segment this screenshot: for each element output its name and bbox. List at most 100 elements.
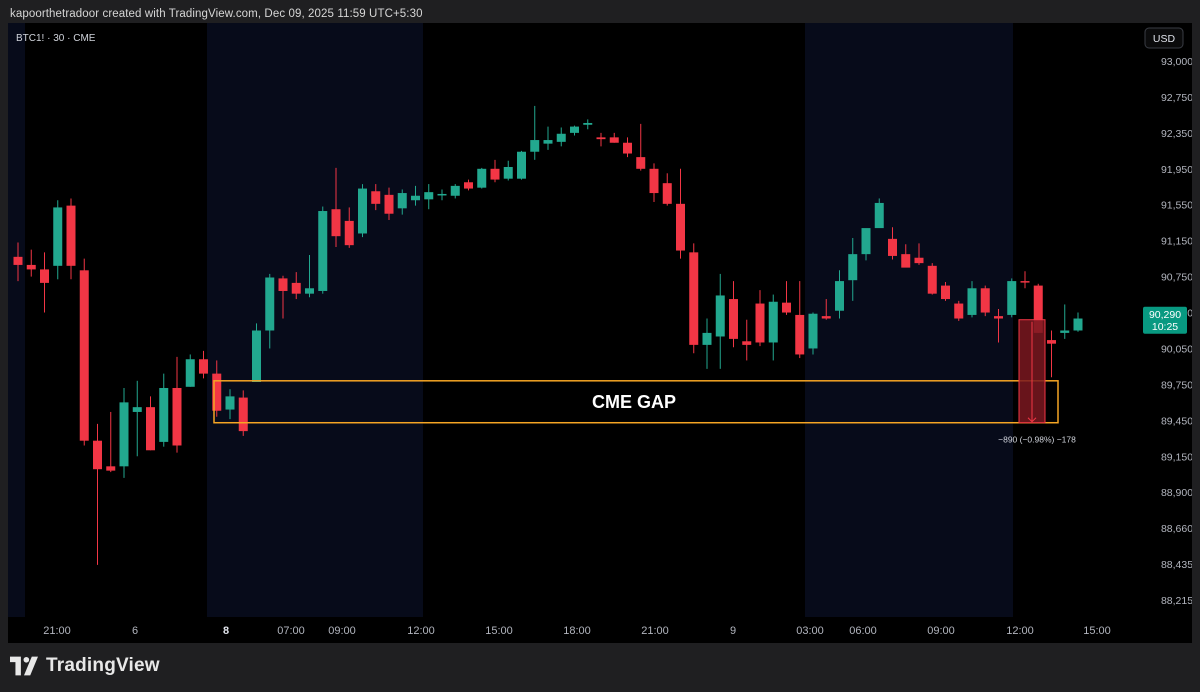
candle-body [238, 397, 248, 432]
candle-body [199, 359, 208, 374]
chart-area[interactable]: CME GAP −890 (−0.98%) −178 93,000 92,750 9… [8, 23, 1192, 643]
candle-body [424, 192, 434, 200]
candle[interactable] [689, 243, 699, 354]
candle-body [715, 295, 725, 337]
candle-body [397, 193, 407, 209]
candle-body [252, 330, 261, 383]
candle-body [583, 122, 593, 125]
candle-body [132, 407, 142, 412]
candle-body [278, 278, 288, 291]
candlestick-chart[interactable]: CME GAP −890 (−0.98%) −178 93,000 92,750 9… [8, 23, 1192, 643]
candle[interactable] [185, 354, 195, 387]
candle[interactable] [980, 285, 990, 317]
candle[interactable] [927, 263, 937, 295]
candle[interactable] [808, 312, 818, 355]
candle-body [888, 238, 897, 256]
time-tick: 09:00 [927, 625, 955, 637]
candle[interactable] [517, 150, 526, 180]
price-tick: 92,750 [1161, 92, 1192, 104]
candle-body [702, 332, 712, 345]
time-tick: 15:00 [1083, 625, 1111, 637]
price-tick: 89,150 [1161, 451, 1192, 463]
candle-body [543, 140, 553, 144]
candle-body [676, 203, 685, 251]
session-band [805, 23, 1013, 617]
candle-body [570, 126, 579, 133]
candle[interactable] [954, 300, 964, 321]
candle-body [662, 183, 672, 204]
candle-body [172, 387, 182, 446]
candle-body [755, 303, 765, 343]
candle-body [450, 185, 460, 196]
candle-body [1060, 330, 1070, 333]
time-tick: 07:00 [277, 625, 305, 637]
candle-body [331, 209, 341, 237]
candle-body [1007, 281, 1017, 315]
candle[interactable] [358, 184, 367, 238]
candle[interactable] [252, 323, 261, 383]
time-tick: 12:00 [1006, 625, 1034, 637]
price-tick: 90,750 [1161, 272, 1192, 284]
candle-body [464, 182, 473, 189]
candle-body [808, 313, 818, 349]
currency-button-label: USD [1153, 33, 1176, 45]
price-tick: 89,750 [1161, 379, 1192, 391]
candle-body [40, 269, 49, 283]
candle-body [344, 220, 354, 246]
candle-body [411, 195, 420, 201]
time-tick: 09:00 [328, 625, 356, 637]
candle-body [26, 264, 36, 270]
candle-body [477, 168, 487, 188]
tradingview-logo-icon [10, 656, 38, 676]
time-tick: 21:00 [641, 625, 669, 637]
currency-button[interactable]: USD [1144, 27, 1184, 49]
candle[interactable] [477, 167, 487, 189]
candle-body [93, 440, 102, 470]
tradingview-logo[interactable]: TradingView [10, 654, 160, 678]
time-tick: 18:00 [563, 625, 591, 637]
candle-body [1047, 340, 1056, 344]
measure-label: −890 (−0.98%) −178 [998, 435, 1076, 445]
candle-body [649, 168, 659, 194]
symbol-label: BTC1! · 30 · CME [16, 33, 96, 44]
price-tick: 93,000 [1161, 56, 1192, 68]
cme-gap-label: CME GAP [592, 392, 676, 412]
candle-body [371, 191, 381, 204]
time-tick: 9 [730, 625, 736, 637]
candle-body [291, 282, 301, 294]
candle-body [768, 301, 778, 343]
price-tick: 88,900 [1161, 487, 1192, 499]
candle[interactable] [318, 206, 328, 294]
candle-body [318, 211, 328, 291]
last-price-badge: 90,290 10:25 [1143, 306, 1187, 334]
candle-body [503, 167, 513, 179]
candle-body [782, 302, 791, 313]
candle-body [914, 257, 924, 264]
price-tick: 88,660 [1161, 523, 1192, 535]
candle-body [358, 188, 367, 234]
candle-body [742, 341, 752, 345]
price-tick: 89,450 [1161, 415, 1192, 427]
time-tick: 21:00 [43, 625, 71, 637]
candle-body [79, 270, 89, 441]
candle-body [980, 288, 990, 313]
session-band [8, 23, 25, 617]
candle-body [927, 265, 937, 294]
price-tick: 91,150 [1161, 236, 1192, 248]
candle-body [13, 256, 23, 265]
candle-body [729, 299, 738, 339]
candle-body [954, 303, 964, 319]
candle-body [609, 137, 619, 143]
candle-body [490, 168, 500, 180]
candle[interactable] [1007, 278, 1017, 318]
candle-body [265, 277, 275, 331]
candle[interactable] [79, 258, 89, 446]
candle-body [159, 387, 169, 442]
candle-body [106, 466, 116, 471]
candle-body [795, 314, 805, 355]
candle-body [53, 207, 63, 266]
candle-body [384, 194, 394, 214]
time-tick: 6 [132, 625, 138, 637]
candle-body [1020, 281, 1030, 283]
candle-body [185, 359, 195, 387]
